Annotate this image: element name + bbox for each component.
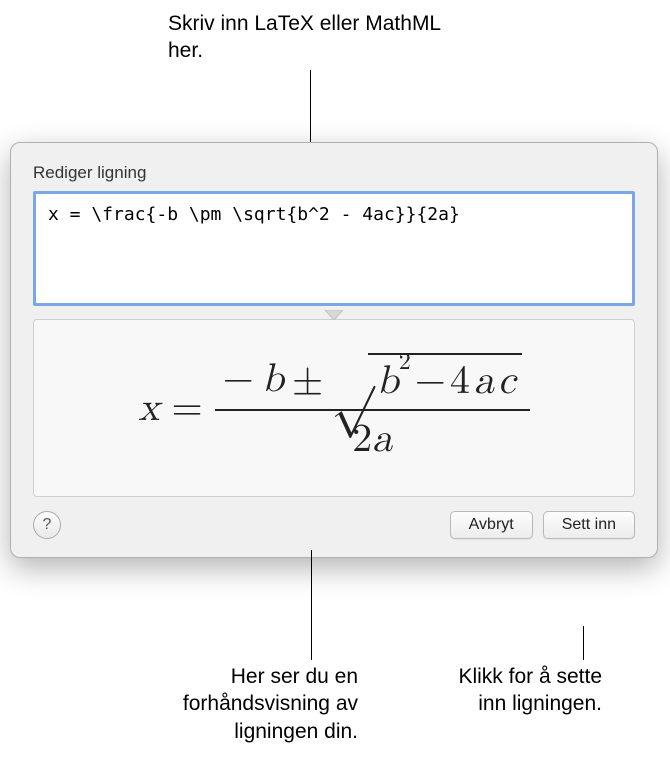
insert-button[interactable]: Sett inn: [543, 511, 635, 539]
minus-sign-2: −: [415, 357, 446, 405]
callout-line: [583, 626, 584, 660]
cancel-button[interactable]: Avbryt: [450, 511, 533, 539]
callout-insert-text: Klikk for å sette inn ligningen.: [458, 665, 602, 715]
rendered-formula: x = − b ± √ b2 − 4 a c: [138, 353, 529, 463]
const-4: 4: [450, 357, 470, 405]
var-b: b: [262, 355, 284, 403]
const-2: 2: [352, 419, 372, 459]
plus-minus-sign: ±: [292, 355, 323, 403]
var-a: a: [474, 357, 494, 405]
dialog-button-row: ? Avbryt Sett inn: [33, 511, 635, 539]
equation-editor-dialog: Rediger ligning x = \frac{-b \pm \sqrt{b…: [10, 142, 658, 558]
callout-preview: Her ser du en forhåndsvisning av ligning…: [98, 663, 358, 745]
latex-input[interactable]: x = \frac{-b \pm \sqrt{b^2 - 4ac}}{2a}: [33, 191, 635, 306]
formula-equals: =: [172, 384, 203, 432]
formula-numerator: − b ± √ b2 − 4 a c: [215, 353, 530, 411]
callout-insert: Klikk for å sette inn ligningen.: [432, 663, 602, 718]
minus-sign: −: [223, 355, 254, 403]
var-a-den: a: [372, 419, 392, 459]
var-c: c: [498, 357, 516, 405]
formula-lhs: x: [138, 384, 159, 432]
var-b2: b2: [376, 357, 410, 405]
callout-input: Skriv inn LaTeX eller MathML her.: [168, 10, 468, 65]
callout-preview-text: Her ser du en forhåndsvisning av ligning…: [183, 665, 358, 743]
radicand: b2 − 4 a c: [368, 353, 521, 405]
dialog-title: Rediger ligning: [33, 163, 635, 183]
sqrt-group: √ b2 − 4 a c: [331, 353, 521, 405]
formula-denominator: 2a: [352, 411, 392, 463]
equation-preview: x = − b ± √ b2 − 4 a c: [33, 319, 635, 497]
formula-fraction: − b ± √ b2 − 4 a c 2a: [215, 353, 530, 463]
help-button[interactable]: ?: [33, 511, 61, 539]
callout-input-text: Skriv inn LaTeX eller MathML her.: [168, 12, 440, 62]
callout-line: [311, 550, 312, 660]
